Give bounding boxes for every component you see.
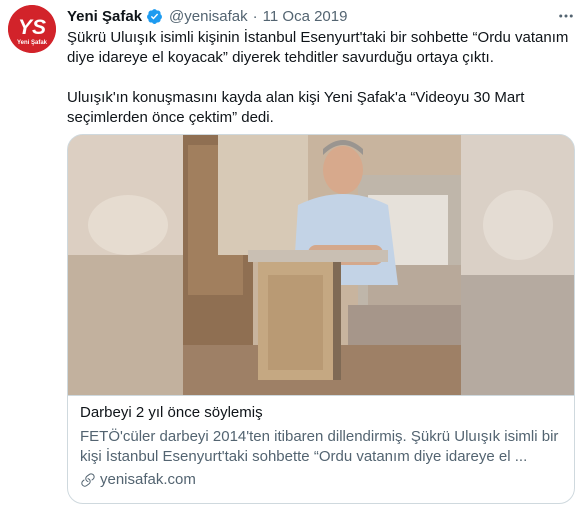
link-icon — [80, 472, 96, 488]
tweet-date[interactable]: 11 Oca 2019 — [263, 8, 348, 25]
tweet[interactable]: YS Yeni Şafak Yeni Şafak @yenisafak · 11… — [0, 0, 584, 513]
more-options-button[interactable] — [554, 4, 578, 28]
card-body: Darbeyi 2 yıl önce söylemiş FETÖ'cüler d… — [80, 403, 566, 488]
card-divider — [68, 395, 574, 396]
svg-text:Yeni Şafak: Yeni Şafak — [17, 40, 48, 46]
card-thumbnail-image — [68, 135, 574, 395]
author-handle[interactable]: @yenisafak — [169, 8, 248, 25]
yeni-safak-logo: YS Yeni Şafak — [8, 5, 56, 53]
verified-badge-icon — [146, 8, 163, 25]
more-options-icon — [557, 7, 575, 25]
link-preview-card[interactable]: Darbeyi 2 yıl önce söylemiş FETÖ'cüler d… — [67, 134, 575, 504]
svg-text:YS: YS — [18, 16, 46, 39]
tweet-paragraph-2: Uluışık'ın konuşmasını kayda alan kişi Y… — [67, 89, 525, 126]
card-title: Darbeyi 2 yıl önce söylemiş — [80, 404, 263, 421]
tweet-header: Yeni Şafak @yenisafak · 11 Oca 2019 — [67, 6, 347, 26]
card-description: FETÖ'cüler darbeyi 2014'ten itibaren dil… — [80, 428, 559, 465]
card-domain-text[interactable]: yenisafak.com — [100, 471, 196, 488]
author-name[interactable]: Yeni Şafak — [67, 8, 142, 25]
tweet-paragraph-1: Şükrü Uluışık isimli kişinin İstanbul Es… — [67, 29, 569, 66]
card-domain: yenisafak.com — [80, 471, 566, 488]
separator-dot: · — [252, 7, 258, 25]
tweet-text: Şükrü Uluışık isimli kişinin İstanbul Es… — [67, 28, 575, 128]
avatar[interactable]: YS Yeni Şafak — [8, 5, 56, 53]
